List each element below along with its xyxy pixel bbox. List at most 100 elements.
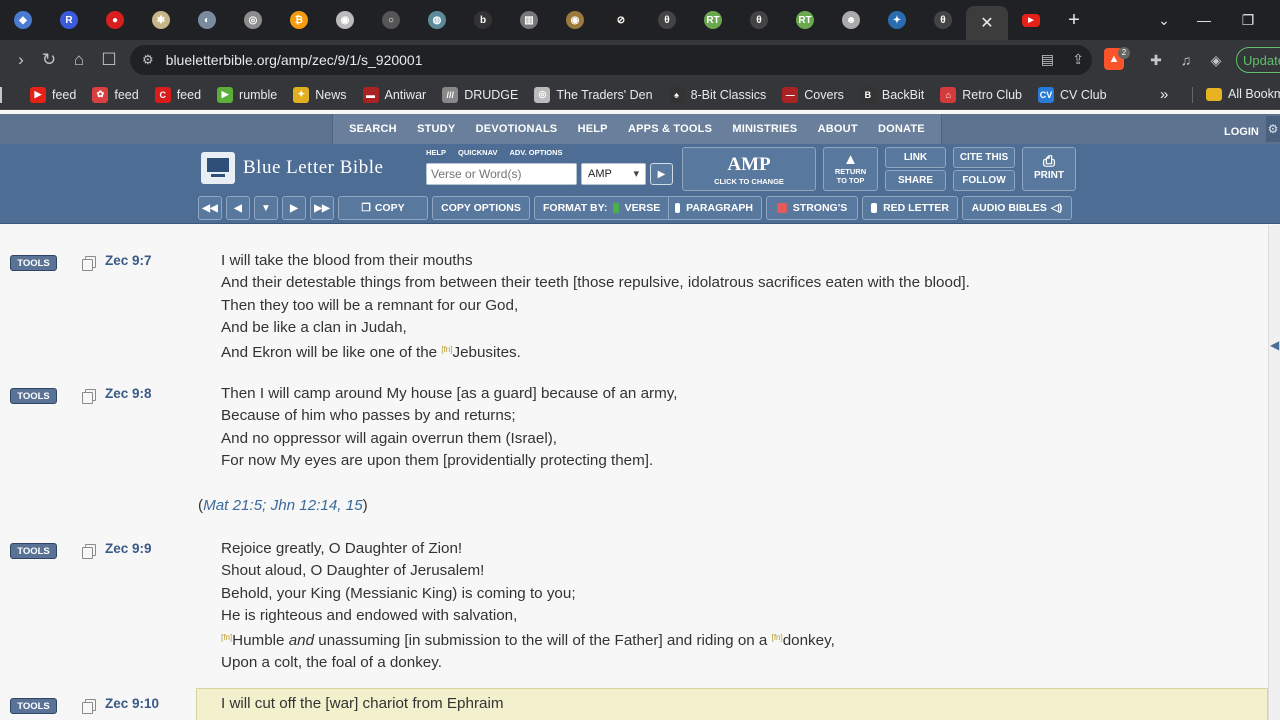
crossref-links[interactable]: Mat 21:5; Jhn 12:14, 15: [203, 497, 363, 514]
nav-item-donate[interactable]: DONATE: [878, 123, 925, 135]
copy-options-button[interactable]: COPY OPTIONS: [432, 196, 530, 220]
tools-button[interactable]: TOOLS: [10, 388, 57, 404]
strongs-toggle[interactable]: STRONG'S: [766, 196, 858, 220]
nav-item-devotionals[interactable]: DEVOTIONALS: [476, 123, 558, 135]
next-chapter-icon[interactable]: ▶: [282, 196, 306, 220]
browser-tab[interactable]: ◐: [184, 0, 230, 40]
url-bar[interactable]: ⚙ blueletterbible.org/amp/zec/9/1/s_9200…: [130, 45, 1092, 75]
nav-item-search[interactable]: SEARCH: [349, 123, 397, 135]
nav-item-about[interactable]: ABOUT: [818, 123, 858, 135]
copy-verse-icon[interactable]: [82, 256, 96, 271]
copy-verse-icon[interactable]: [82, 389, 96, 404]
blb-logo[interactable]: Blue Letter Bible: [201, 152, 383, 184]
nav-item-study[interactable]: STUDY: [417, 123, 455, 135]
bookmark-item[interactable]: ✦ News: [293, 86, 347, 103]
browser-tab[interactable]: ▶: [1008, 0, 1054, 40]
bookmark-item[interactable]: ✿ feed: [92, 86, 139, 103]
vpn-icon[interactable]: ◈: [1204, 48, 1228, 72]
cite-button[interactable]: CITE THIS: [953, 147, 1015, 168]
prev-chapter-icon[interactable]: ◀: [226, 196, 250, 220]
login-link[interactable]: LOGIN: [1224, 126, 1259, 138]
tools-button[interactable]: TOOLS: [10, 698, 57, 714]
site-settings-icon[interactable]: ⚙: [142, 52, 154, 68]
footnote-marker[interactable]: [fn]: [221, 633, 232, 642]
side-panel-toggle-icon[interactable]: ◀: [1270, 338, 1280, 364]
settings-gear-icon[interactable]: ⚙: [1266, 116, 1280, 142]
active-tab[interactable]: ✕: [966, 6, 1008, 40]
verse-reference[interactable]: Zec 9:10: [105, 696, 159, 711]
browser-tab[interactable]: ☻: [828, 0, 874, 40]
browser-tab[interactable]: ✱: [138, 0, 184, 40]
red-letter-toggle[interactable]: RED LETTER: [862, 196, 958, 220]
footnote-marker[interactable]: [fn]: [772, 633, 783, 642]
verse-reference[interactable]: Zec 9:7: [105, 253, 152, 268]
link-adv-options[interactable]: ADV. OPTIONS: [509, 148, 562, 157]
follow-button[interactable]: FOLLOW: [953, 170, 1015, 191]
browser-tab[interactable]: ○: [368, 0, 414, 40]
browser-tab[interactable]: ✦: [874, 0, 920, 40]
verse-checkbox[interactable]: [613, 203, 619, 213]
restore-icon[interactable]: ❐: [1226, 0, 1270, 40]
bookmark-item[interactable]: /// DRUDGE: [442, 86, 518, 103]
browser-tab[interactable]: ◉: [552, 0, 598, 40]
browser-tab[interactable]: ●: [92, 0, 138, 40]
extensions-icon[interactable]: ✚: [1144, 48, 1168, 72]
verse-reference[interactable]: Zec 9:9: [105, 541, 152, 556]
bookmark-item[interactable]: ▶ feed: [30, 86, 76, 103]
browser-tab[interactable]: ▥: [506, 0, 552, 40]
nav-item-apps-tools[interactable]: APPS & TOOLS: [628, 123, 712, 135]
print-button[interactable]: ⎙ PRINT: [1022, 147, 1076, 191]
bookmark-icon[interactable]: ☐: [94, 45, 124, 75]
verse-search-input[interactable]: [426, 163, 577, 185]
bookmark-item[interactable]: Cfeed: [154, 86, 201, 103]
share-button[interactable]: SHARE: [885, 170, 946, 191]
verse-reference[interactable]: Zec 9:8: [105, 386, 152, 401]
browser-tab[interactable]: ◍: [414, 0, 460, 40]
version-select[interactable]: AMP: [581, 163, 646, 185]
tab-search-icon[interactable]: ⌄: [1142, 0, 1186, 40]
search-go-button[interactable]: ▶: [650, 163, 673, 185]
bookmark-item[interactable]: B BackBit: [859, 86, 924, 103]
reload-icon[interactable]: ↻: [34, 45, 64, 75]
link-quicknav[interactable]: QUICKNAV: [458, 148, 497, 157]
browser-tab[interactable]: RT: [690, 0, 736, 40]
copy-button[interactable]: ❐ COPY: [338, 196, 428, 220]
media-icon[interactable]: ♫: [1174, 48, 1198, 72]
browser-tab[interactable]: ◉: [322, 0, 368, 40]
copy-verse-icon[interactable]: [82, 699, 96, 714]
audio-bibles-button[interactable]: AUDIO BIBLES ◁): [962, 196, 1072, 220]
bookmark-item[interactable]: ▶ rumble: [217, 86, 277, 103]
page-scrollbar[interactable]: [1268, 225, 1280, 720]
forward-icon[interactable]: ›: [6, 45, 36, 75]
browser-tab[interactable]: ₿: [276, 0, 322, 40]
home-icon[interactable]: ⌂: [64, 45, 94, 75]
browser-tab[interactable]: θ: [644, 0, 690, 40]
footnote-marker[interactable]: [fn]: [441, 345, 452, 354]
first-chapter-icon[interactable]: ◀◀: [198, 196, 222, 220]
copy-verse-icon[interactable]: [82, 544, 96, 559]
new-tab-icon[interactable]: +: [1054, 0, 1094, 40]
minimize-icon[interactable]: —: [1182, 0, 1226, 40]
version-change-button[interactable]: AMP CLICK TO CHANGE: [682, 147, 816, 191]
tools-button[interactable]: TOOLS: [10, 543, 57, 559]
return-to-top-button[interactable]: ▲ RETURN TO TOP: [823, 147, 878, 191]
browser-tab[interactable]: θ: [920, 0, 966, 40]
nav-item-help[interactable]: HELP: [578, 123, 608, 135]
nav-item-ministries[interactable]: MINISTRIES: [732, 123, 797, 135]
bookmark-item[interactable]: — Covers: [782, 86, 844, 103]
bookmark-item[interactable]: ⌂ Retro Club: [940, 86, 1022, 103]
bookmark-item[interactable]: CV CV Club: [1038, 86, 1107, 103]
browser-tab[interactable]: ⊘: [598, 0, 644, 40]
update-button[interactable]: Update: [1236, 47, 1280, 73]
close-tab-icon[interactable]: ✕: [980, 13, 993, 33]
chapter-list-icon[interactable]: ▼: [254, 196, 278, 220]
tools-button[interactable]: TOOLS: [10, 255, 57, 271]
bookmark-item[interactable]: ♠ 8-Bit Classics: [668, 86, 766, 103]
reader-mode-icon[interactable]: ▤: [1041, 51, 1054, 68]
browser-tab[interactable]: b: [460, 0, 506, 40]
browser-tab[interactable]: θ: [736, 0, 782, 40]
apps-icon[interactable]: [0, 86, 4, 103]
bookmarks-overflow-icon[interactable]: »: [1160, 86, 1168, 103]
bookmark-item[interactable]: ▬ Antiwar: [362, 86, 426, 103]
link-button[interactable]: LINK: [885, 147, 946, 168]
